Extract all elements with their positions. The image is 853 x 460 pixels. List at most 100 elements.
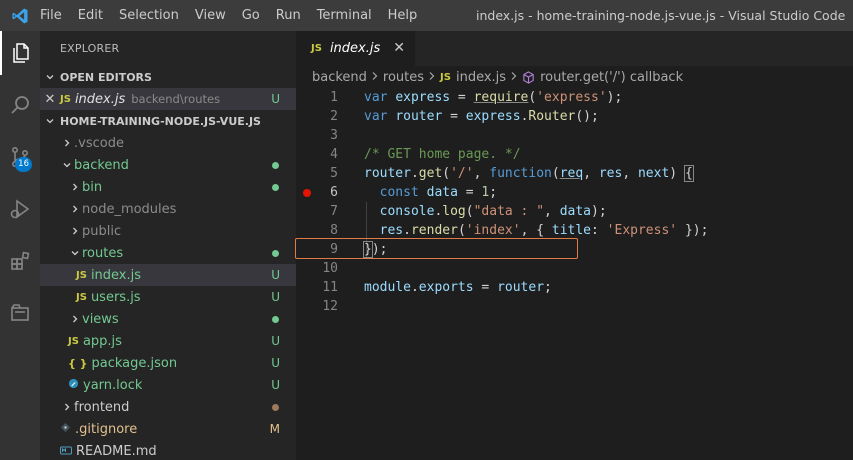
code-token: (); (575, 109, 599, 124)
code-token: console (379, 204, 435, 219)
tab-label: index.js (329, 41, 381, 56)
code-token: ( (442, 166, 451, 181)
breadcrumb-item[interactable]: backend (312, 70, 367, 85)
code-token: : (591, 223, 607, 238)
code-token: = (442, 109, 466, 124)
run-debug-icon[interactable] (0, 187, 40, 231)
extensions-icon[interactable] (0, 239, 40, 283)
menu-edit[interactable]: Edit (70, 0, 111, 31)
code-token: router (497, 280, 545, 295)
code-line[interactable]: 6 const data = 1; (296, 183, 853, 202)
tree-folder-backend[interactable]: backend (40, 154, 296, 176)
tree-file-users-js[interactable]: JS users.js U (40, 286, 296, 308)
tree-file-index-js[interactable]: JS index.js U (40, 264, 296, 286)
open-editors-label: OPEN EDITORS (60, 70, 152, 84)
tree-folder-routes[interactable]: routes (40, 242, 296, 264)
tree-folder--vscode[interactable]: .vscode (40, 132, 296, 154)
chevron-right-icon (68, 226, 82, 236)
remote-explorer-icon[interactable] (0, 291, 40, 335)
code-line[interactable]: 4 /* GET home page. */ (296, 145, 853, 164)
code-line[interactable]: 10 (296, 259, 853, 278)
code-line[interactable]: 9}); (296, 240, 853, 259)
tree-file--gitignore[interactable]: .gitignore M (40, 418, 296, 440)
tree-item-label: node_modules (82, 201, 177, 217)
breadcrumb-item[interactable]: router.get('/') callback (540, 70, 683, 85)
git-status-dot (272, 403, 279, 411)
code-token: var (364, 109, 396, 124)
menu-help[interactable]: Help (380, 0, 426, 31)
menu-go[interactable]: Go (234, 0, 268, 31)
tree-folder-frontend[interactable]: frontend (40, 396, 296, 418)
code-token: router (395, 109, 443, 124)
code-line[interactable]: 7 console.log("data : ", data); (296, 202, 853, 221)
chevron-down-icon (68, 248, 82, 258)
tree-file-yarn-lock[interactable]: yarn.lock U (40, 374, 296, 396)
open-editors-header[interactable]: OPEN EDITORS (40, 66, 296, 88)
code-line[interactable]: 2 var router = express.Router(); (296, 107, 853, 126)
tree-folder-node-modules[interactable]: node_modules (40, 198, 296, 220)
code-text: module.exports = router; (364, 278, 552, 297)
tree-file-package-json[interactable]: { } package.json U (40, 352, 296, 374)
menu-terminal[interactable]: Terminal (309, 0, 380, 31)
code-line[interactable]: 3 (296, 126, 853, 145)
code-token: 'Express' (606, 223, 678, 238)
untracked-status: U (271, 334, 280, 348)
chevron-down-icon (40, 116, 60, 126)
js-file-icon: JS (440, 71, 451, 83)
editor-area: JS index.js ✕ backend routes JS index.js rou… (295, 31, 853, 460)
code-line[interactable]: 12 (296, 297, 853, 316)
code-line[interactable]: 5 router.get('/', function(req, res, next… (296, 164, 853, 183)
chevron-right-icon (428, 70, 436, 85)
menu-run[interactable]: Run (268, 0, 309, 31)
tab-bar: JS index.js ✕ (296, 31, 853, 66)
menu-view[interactable]: View (187, 0, 234, 31)
breadcrumb-item[interactable]: index.js (456, 70, 506, 85)
tree-folder-views[interactable]: views (40, 308, 296, 330)
tree-item-label: public (82, 223, 122, 239)
breadcrumb: backend routes JS index.js router.get('/') c… (296, 66, 853, 88)
code-token: "data : " (473, 204, 545, 219)
line-number: 2 (330, 109, 338, 124)
code-line[interactable]: 11 module.exports = router; (296, 278, 853, 297)
code-line[interactable]: 8 res.render('index', { title: 'Express'… (296, 221, 853, 240)
code-text: console.log("data : ", data); (364, 202, 607, 221)
chevron-right-icon (371, 70, 379, 85)
search-icon[interactable] (0, 83, 40, 127)
code-token: express (395, 90, 451, 105)
method-cube-icon (522, 70, 535, 84)
menu-file[interactable]: File (40, 0, 70, 31)
explorer-icon[interactable] (0, 31, 40, 75)
code-token: , (473, 166, 490, 181)
git-status-dot (272, 315, 279, 323)
project-name: HOME-TRAINING-NODE.JS-VUE.JS (60, 114, 261, 128)
code-token: = (473, 280, 498, 295)
source-control-icon[interactable]: 16 (0, 135, 40, 179)
menu-selection[interactable]: Selection (111, 0, 187, 31)
git-status-dot (272, 249, 279, 257)
code-text: const data = 1; (364, 183, 497, 202)
code-token: 'express' (536, 90, 607, 105)
code-line[interactable]: 1 var express = require('express'); (296, 88, 853, 107)
tree-folder-bin[interactable]: bin (40, 176, 296, 198)
tree-file-app-js[interactable]: JS app.js U (40, 330, 296, 352)
close-icon[interactable]: ✕ (40, 92, 60, 107)
line-number: 1 (330, 90, 338, 105)
breadcrumb-item[interactable]: routes (383, 70, 424, 85)
code-token: 'index' (465, 223, 521, 238)
open-editor-item[interactable]: ✕ JS index.js backend\routes U (40, 88, 296, 110)
code-view[interactable]: 1 var express = require('express'); 2 var r… (295, 88, 853, 316)
tab-index-js[interactable]: JS index.js ✕ (296, 31, 415, 66)
tree-item-label: .vscode (74, 135, 124, 151)
breakpoint-icon[interactable] (303, 189, 311, 197)
code-token: , (622, 166, 638, 181)
chevron-right-icon (68, 204, 82, 214)
project-header[interactable]: HOME-TRAINING-NODE.JS-VUE.JS (40, 110, 296, 132)
tree-folder-public[interactable]: public (40, 220, 296, 242)
code-token: res (598, 166, 623, 181)
scm-badge: 16 (15, 157, 32, 172)
tree-file-readme-md[interactable]: README.md (40, 440, 296, 460)
git-status-dot (272, 161, 279, 169)
close-icon[interactable]: ✕ (393, 31, 405, 66)
